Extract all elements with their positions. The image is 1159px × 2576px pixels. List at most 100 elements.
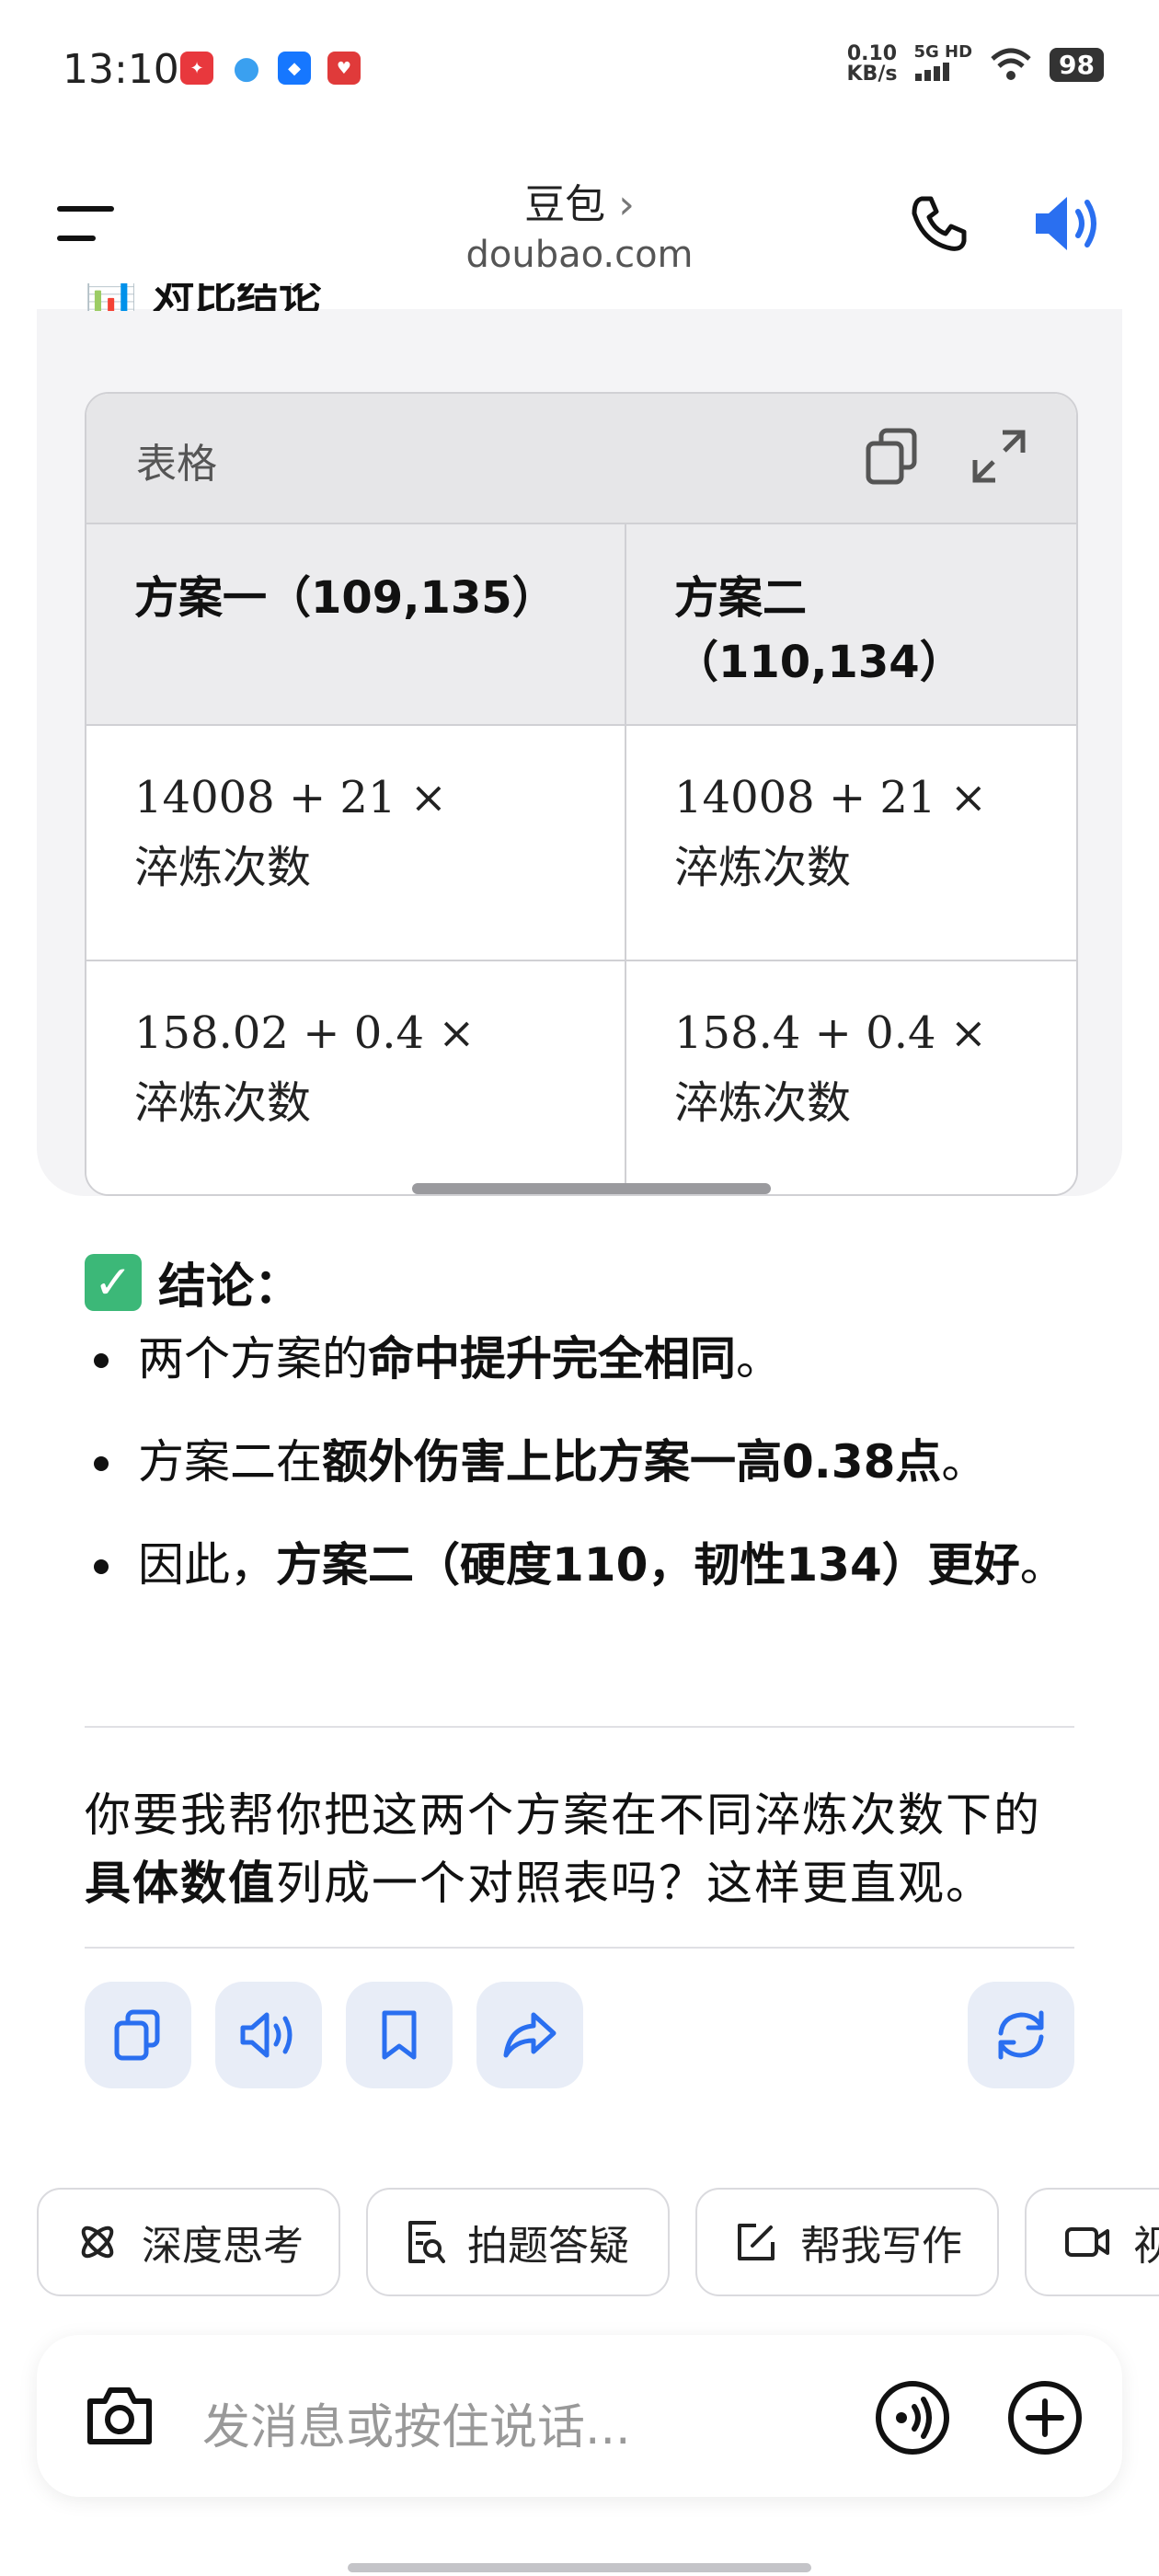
cell-text: 淬炼次数 <box>134 1077 312 1129</box>
cell-text: 淬炼次数 <box>134 842 312 893</box>
alipay-icon: ◆ <box>278 52 311 85</box>
share-arrow-icon <box>503 2012 557 2058</box>
plus-icon[interactable] <box>1006 2379 1084 2456</box>
followup-bold-text: 具体数值 <box>85 1857 276 1910</box>
copy-button[interactable] <box>85 1982 191 2088</box>
bullet-text: 两个方案的 <box>138 1332 368 1386</box>
bullet-bold-text: 命中提升完全相同 <box>368 1332 736 1386</box>
followup-question: 你要我帮你把这两个方案在不同淬炼次数下的具体数值列成一个对照表吗？这样更直观。 <box>85 1781 1078 1917</box>
bullet-text: 因此， <box>138 1538 276 1592</box>
comparison-table[interactable]: 表格 方案一（109,135） 方案二（110,134） 14008 + 21 … <box>85 392 1078 1196</box>
table-cell: 158.4 + 0.4 × 淬炼次数 <box>625 960 1076 1194</box>
voice-call-icon[interactable] <box>874 2379 951 2456</box>
assistant-message-card: 📊 对比结论 表格 方案一（109,135） 方案二（110,134） 1400… <box>37 283 1122 2088</box>
net-speed-value: 0.10 <box>846 42 898 65</box>
wifi-icon <box>991 48 1031 80</box>
chip-photo-question[interactable]: 拍题答疑 <box>366 2188 670 2296</box>
message-input-bar: 发消息或按住说话... <box>37 2335 1122 2497</box>
formula-text: 14008 + 21 × <box>134 772 447 823</box>
bullet-text: 方案二在 <box>138 1435 322 1489</box>
formula-text: 158.4 + 0.4 × <box>674 1007 987 1059</box>
bullet-text: 。 <box>941 1435 988 1489</box>
chart-emoji-icon: 📊 <box>85 283 138 311</box>
scan-doc-icon <box>408 2221 445 2263</box>
video-camera-icon <box>1065 2227 1109 2257</box>
message-input[interactable]: 发消息或按住说话... <box>202 2388 631 2457</box>
net-speed-unit: KB/s <box>846 63 898 86</box>
bullet-bold-text: 方案二（硬度110，韧性134）更好 <box>276 1538 1020 1592</box>
speaker-icon[interactable] <box>1032 191 1104 256</box>
table-cell: 158.02 + 0.4 × 淬炼次数 <box>86 960 626 1194</box>
chip-video[interactable]: 视 <box>1025 2188 1159 2296</box>
bullet-text: 。 <box>1019 1538 1066 1592</box>
table-grid: 方案一（109,135） 方案二（110,134） 14008 + 21 × 淬… <box>86 524 1076 1194</box>
table-label: 表格 <box>136 441 217 488</box>
message-actions <box>85 1982 1074 2088</box>
red-app-icon: ♥ <box>327 52 361 85</box>
followup-text: 列成一个对照表吗？这样更直观。 <box>276 1857 993 1910</box>
home-indicator[interactable] <box>348 2563 811 2572</box>
copy-icon <box>114 2009 160 2061</box>
formula-text: 158.02 + 0.4 × <box>134 1007 476 1059</box>
table-header-cell: 方案二（110,134） <box>625 524 1076 726</box>
list-item: 因此，方案二（硬度110，韧性134）更好。 <box>85 1536 1096 1593</box>
share-button[interactable] <box>476 1982 583 2088</box>
chip-label: 帮我写作 <box>800 2223 962 2270</box>
bullet-bold-text: 额外伤害上比方案一高0.38点 <box>322 1435 942 1489</box>
atom-icon <box>81 2225 114 2259</box>
table-cell: 14008 + 21 × 淬炼次数 <box>86 725 626 961</box>
cutoff-heading: 📊 对比结论 <box>85 283 321 311</box>
page-title: 豆包 <box>524 181 606 228</box>
speaker-outline-icon <box>240 2012 293 2058</box>
chip-deep-thinking[interactable]: 深度思考 <box>37 2188 340 2296</box>
chip-label: 拍题答疑 <box>467 2223 629 2270</box>
status-bar: 13:10 ✦ ● ◆ ♥ 0.10 KB/s 5G HD 98 <box>0 0 1159 138</box>
qq-icon: ● <box>233 50 260 86</box>
check-mark-icon: ✓ <box>85 1253 142 1311</box>
bookmark-icon <box>382 2010 417 2060</box>
divider <box>85 1947 1074 1949</box>
bullet-text: 。 <box>736 1332 782 1386</box>
status-right: 0.10 KB/s 5G HD 98 <box>847 44 1104 85</box>
edit-icon <box>738 2224 775 2260</box>
followup-text: 你要我帮你把这两个方案在不同淬炼次数下的 <box>85 1788 1041 1842</box>
bookmark-button[interactable] <box>346 1982 453 2088</box>
signal-icon: 5G HD <box>913 44 972 85</box>
net-speed: 0.10 KB/s <box>847 44 898 85</box>
list-item: 方案二在额外伤害上比方案一高0.38点。 <box>85 1433 1096 1490</box>
chip-label: 深度思考 <box>142 2223 304 2270</box>
regenerate-button[interactable] <box>968 1982 1074 2088</box>
copy-icon[interactable] <box>865 427 918 486</box>
network-type: 5G HD <box>913 42 973 62</box>
table-cell: 14008 + 21 × 淬炼次数 <box>625 725 1076 961</box>
cell-text: 淬炼次数 <box>674 1077 852 1129</box>
table-row: 158.02 + 0.4 × 淬炼次数 158.4 + 0.4 × 淬炼次数 <box>86 960 1076 1194</box>
header-title-area[interactable]: 豆包 › doubao.com <box>0 171 1159 276</box>
list-item: 两个方案的命中提升完全相同。 <box>85 1330 1096 1387</box>
expand-icon[interactable] <box>970 427 1028 486</box>
phone-icon[interactable] <box>909 193 970 254</box>
table-scrollbar[interactable] <box>412 1183 771 1194</box>
cell-text: 淬炼次数 <box>674 842 852 893</box>
formula-text: 14008 + 21 × <box>674 772 987 823</box>
camera-icon[interactable] <box>83 2383 156 2449</box>
table-header-cell: 方案一（109,135） <box>86 524 626 726</box>
cutoff-heading-text: 对比结论 <box>152 283 322 311</box>
table-header-row: 方案一（109,135） 方案二（110,134） <box>86 524 1076 726</box>
chip-label: 视 <box>1133 2223 1159 2270</box>
header-domain: doubao.com <box>465 234 694 276</box>
chevron-right-icon: › <box>618 181 635 228</box>
conclusion-label: 结论： <box>158 1259 303 1315</box>
table-row: 14008 + 21 × 淬炼次数 14008 + 21 × 淬炼次数 <box>86 725 1076 961</box>
table-toolbar: 表格 <box>86 394 1076 524</box>
xiaohongshu-icon: ✦ <box>180 52 213 85</box>
conclusion-list: 两个方案的命中提升完全相同。 方案二在额外伤害上比方案一高0.38点。 因此，方… <box>85 1330 1096 1639</box>
conclusion-heading: ✓ 结论： <box>85 1248 302 1317</box>
status-time: 13:10 <box>63 46 179 93</box>
chip-writing[interactable]: 帮我写作 <box>695 2188 999 2296</box>
quick-action-chips: 深度思考 拍题答疑 帮我写作 视 <box>37 2188 1159 2300</box>
refresh-icon <box>998 2010 1044 2060</box>
read-aloud-button[interactable] <box>215 1982 322 2088</box>
battery-indicator: 98 <box>1050 47 1104 82</box>
divider <box>85 1726 1074 1728</box>
